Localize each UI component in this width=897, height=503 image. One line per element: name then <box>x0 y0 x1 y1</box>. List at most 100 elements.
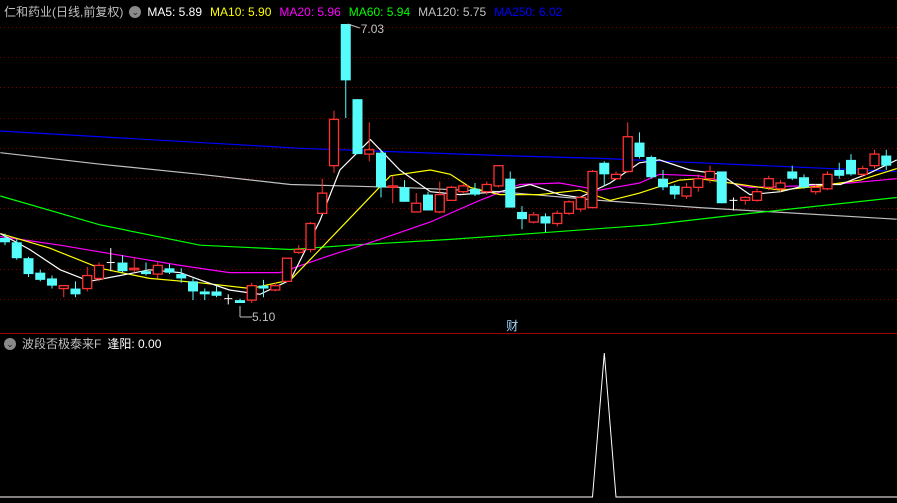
candle <box>188 278 198 301</box>
candle-body <box>23 258 34 275</box>
chevron-down-icon[interactable]: ⌄ <box>4 337 16 350</box>
candle-body <box>563 201 575 215</box>
chart-title: 仁和药业(日线,前复权) <box>4 5 124 19</box>
candle-body <box>634 142 645 157</box>
candle-body <box>328 118 340 167</box>
candle-body <box>258 285 269 289</box>
candle-body <box>505 178 516 208</box>
indicator-header: ⌄ 波段否极泰来F 逢阳: 0.00 <box>4 335 161 352</box>
candle <box>693 174 704 192</box>
candle-body <box>411 202 422 213</box>
candle-body <box>751 191 763 202</box>
candle-body <box>246 285 257 301</box>
candle <box>328 110 340 173</box>
ma60-line <box>0 195 897 251</box>
candle-body <box>58 285 69 290</box>
indicator-title: 波段否极泰来F <box>22 337 102 351</box>
candle-body <box>881 155 892 166</box>
candle <box>563 200 575 215</box>
candle-body <box>622 136 633 173</box>
candle-body <box>575 196 586 210</box>
candle-body <box>129 267 140 271</box>
kline-chart[interactable]: 7.03 5.10 财 <box>0 0 897 503</box>
candle-body <box>587 170 598 209</box>
candle <box>540 213 551 233</box>
candle-body <box>822 173 833 190</box>
candle <box>857 165 868 178</box>
candle <box>446 185 457 202</box>
candle-body <box>646 156 657 178</box>
candlesticks <box>0 24 892 305</box>
candle-body <box>540 216 551 224</box>
candle <box>869 149 880 169</box>
candle-body <box>176 274 187 279</box>
candle-body <box>235 300 245 303</box>
candle <box>846 154 856 176</box>
ma-legend-item: MA120: 5.75 <box>418 4 487 19</box>
candle-body <box>740 196 751 202</box>
candle <box>0 233 10 246</box>
candle <box>740 196 751 205</box>
candle <box>669 184 680 199</box>
candle <box>399 180 410 202</box>
candle <box>317 178 328 215</box>
ma250-line <box>0 130 897 173</box>
candle <box>646 155 657 179</box>
candle-body <box>869 153 880 167</box>
high-price-label: 7.03 <box>361 22 385 36</box>
candle-body <box>376 152 386 188</box>
candle-body <box>152 264 163 275</box>
candle <box>141 262 151 276</box>
candle-body <box>810 186 821 193</box>
ma-legend-item: MA250: 6.02 <box>494 4 563 19</box>
candle <box>505 171 516 208</box>
candle-body <box>164 268 175 273</box>
candle-body <box>423 194 433 211</box>
candle <box>493 165 504 188</box>
indicator-line <box>0 352 897 498</box>
candle-body <box>117 262 128 272</box>
candle-body <box>47 278 57 286</box>
candle <box>528 211 539 224</box>
candle <box>658 170 668 191</box>
candle-body <box>669 185 680 195</box>
candle <box>787 165 798 181</box>
candle <box>281 257 293 282</box>
candle-body <box>552 212 563 225</box>
candle-body <box>681 186 692 197</box>
candle-body <box>857 167 868 175</box>
candle-body <box>799 177 809 188</box>
candle <box>634 132 645 159</box>
candle-body <box>446 186 457 202</box>
candle-body <box>775 182 786 190</box>
ma-legend-item: MA60: 5.94 <box>348 4 411 19</box>
candle <box>47 275 57 289</box>
finance-marker[interactable]: 财 <box>506 319 518 333</box>
ma-legend: MA5: 5.89 MA10: 5.90 MA20: 5.96 MA60: 5.94 M… <box>147 5 562 19</box>
chevron-down-icon[interactable]: ⌄ <box>129 5 142 18</box>
candle <box>352 99 363 155</box>
candle <box>70 281 81 298</box>
candle <box>799 174 809 189</box>
candle <box>575 196 586 212</box>
candle-body <box>211 291 222 296</box>
candle-body <box>82 274 93 290</box>
candle <box>552 210 563 227</box>
ma-legend-item: MA20: 5.96 <box>279 4 341 19</box>
candle-body <box>528 214 539 223</box>
candle-body <box>787 171 798 179</box>
candle <box>610 171 622 181</box>
candle <box>587 170 598 209</box>
candle <box>716 171 727 204</box>
candle-body <box>458 185 469 193</box>
ma-legend-item: MA10: 5.90 <box>210 4 272 19</box>
candle-body <box>599 162 610 175</box>
candle-body <box>305 222 316 251</box>
candle-body <box>834 170 845 176</box>
candle <box>224 294 233 305</box>
candle-body <box>658 178 668 188</box>
candle <box>340 24 351 118</box>
candle <box>293 245 304 254</box>
low-price-label: 5.10 <box>252 310 276 324</box>
candle-body <box>763 178 774 189</box>
